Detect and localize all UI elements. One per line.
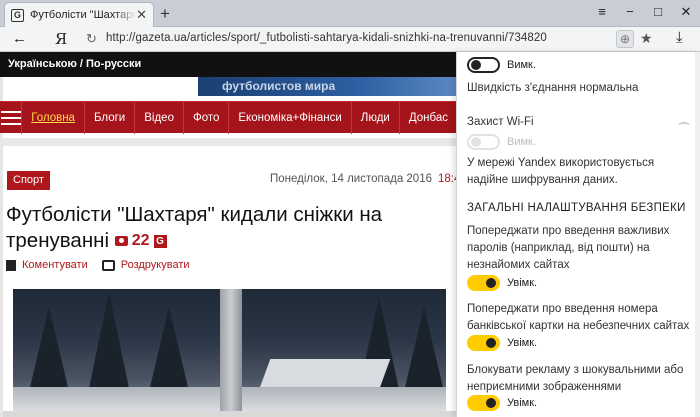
comment-link[interactable]: Коментувати (6, 259, 88, 271)
nav-item-blogs[interactable]: Блоги (85, 101, 136, 134)
panel-scrollbar[interactable] (695, 52, 700, 417)
headline-text: Футболісти "Шахтаря" кидали сніжки на тр… (6, 203, 383, 252)
address-bar-url[interactable]: http://gazeta.ua/articles/sport/_futboli… (106, 32, 547, 44)
option-ads-label: Увімк. (507, 397, 538, 409)
photo-count: 22 (131, 232, 150, 249)
nav-item-video[interactable]: Відео (135, 101, 184, 134)
tab-title: Футболісти "Шахтаря" гр (30, 9, 136, 21)
top-toggle[interactable] (467, 57, 500, 73)
wifi-icon (678, 122, 690, 130)
nav-item-home[interactable]: Головна (22, 101, 85, 134)
tab-close-icon[interactable]: ✕ (136, 7, 147, 23)
top-toggle-label: Вимк. (507, 59, 536, 71)
hamburger-menu-icon[interactable] (0, 101, 23, 134)
nav-item-donbas[interactable]: Донбас (400, 101, 458, 134)
section-title: ЗАГАЛЬНІ НАЛАШТУВАННЯ БЕЗПЕКИ (467, 202, 686, 214)
window-controls: ≡ − □ ✕ (596, 4, 692, 20)
close-window-icon[interactable]: ✕ (680, 4, 692, 20)
divider (0, 138, 458, 146)
print-link[interactable]: Роздрукувати (101, 259, 190, 271)
publish-date: Понеділок, 14 листопада 2016 18:49 (270, 173, 467, 185)
option-passwords-row: Увімк. (467, 275, 693, 291)
g-badge-icon: G (153, 234, 167, 248)
option-cards-text: Попереджати про введення номера банківсь… (467, 303, 690, 332)
wifi-description: У мережі Yandex використовується надійне… (467, 157, 655, 186)
download-icon[interactable]: ⤓ (676, 29, 683, 46)
option-ads-row: Увімк. (467, 395, 693, 411)
top-banner-ad[interactable]: футболистов мира (198, 77, 458, 96)
headline-meta: 22 G (114, 228, 167, 254)
option-ads-toggle[interactable] (467, 395, 500, 411)
wifi-title: Захист Wi-Fi (467, 116, 534, 128)
photo-pole (220, 289, 242, 417)
gazeta-favicon-icon: G (11, 8, 24, 22)
date-text: Понеділок, 14 листопада 2016 (270, 173, 432, 185)
nav-item-economy[interactable]: Економіка+Фінанси (229, 101, 352, 134)
top-toggle-row: Вимк. (467, 57, 693, 73)
main-nav: Головна Блоги Відео Фото Економіка+Фінан… (0, 101, 458, 134)
reload-icon[interactable]: ↻ (86, 31, 97, 47)
new-tab-button[interactable]: + (160, 4, 170, 24)
camera-icon (114, 236, 128, 246)
protect-panel: Вимк. Швидкість з'єднання нормальна Захи… (456, 52, 700, 417)
language-switch[interactable]: Українською / По-русски (0, 52, 458, 77)
wifi-toggle-label: Вимк. (507, 136, 536, 148)
comment-icon (6, 259, 16, 271)
option-cards-row: Увімк. (467, 335, 693, 351)
printer-icon (101, 259, 115, 271)
browser-toolbar: ← Я ↻ http://gazeta.ua/articles/sport/_f… (0, 27, 700, 52)
category-badge[interactable]: Спорт (7, 171, 50, 190)
maximize-icon[interactable]: □ (652, 4, 664, 20)
option-cards-toggle[interactable] (467, 335, 500, 351)
article-photo[interactable] (13, 289, 446, 417)
yandex-logo[interactable]: Я (55, 30, 67, 48)
connection-status: Швидкість з'єднання нормальна (467, 82, 639, 94)
horizontal-scrollbar[interactable] (3, 411, 458, 417)
tab-bar: G Футболісти "Шахтаря" гр ✕ + ≡ − □ ✕ (0, 0, 700, 27)
protect-shield-icon[interactable]: ⊕ (616, 30, 634, 48)
minimize-icon[interactable]: − (624, 4, 636, 20)
bookmark-star-icon[interactable]: ★ (640, 30, 653, 47)
nav-item-photo[interactable]: Фото (184, 101, 230, 134)
print-label: Роздрукувати (120, 259, 190, 271)
wifi-toggle-row: Вимк. (467, 134, 693, 150)
option-ads-text: Блокувати рекламу з шокувальними або неп… (467, 364, 684, 393)
option-passwords-toggle[interactable] (467, 275, 500, 291)
menu-icon[interactable]: ≡ (596, 4, 608, 20)
nav-item-people[interactable]: Люди (352, 101, 400, 134)
comment-label: Коментувати (22, 259, 88, 271)
option-passwords-text: Попереджати про введення важливих паролі… (467, 225, 670, 271)
article-headline: Футболісти "Шахтаря" кидали сніжки на тр… (6, 202, 456, 254)
browser-tab[interactable]: G Футболісти "Шахтаря" гр ✕ (4, 2, 154, 27)
option-cards-label: Увімк. (507, 337, 538, 349)
back-arrow-icon[interactable]: ← (12, 30, 27, 47)
wifi-toggle[interactable] (467, 134, 500, 150)
option-passwords-label: Увімк. (507, 277, 538, 289)
article-actions: Коментувати Роздрукувати (6, 259, 190, 271)
